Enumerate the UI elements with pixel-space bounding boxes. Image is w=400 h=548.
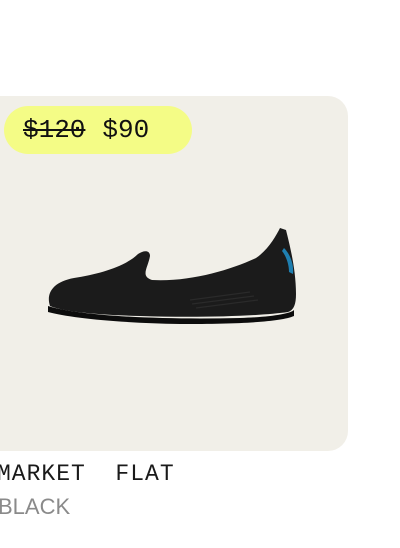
product-card[interactable]: $120 $90 MARKET FLAT BLACK [0,0,400,548]
shoe-image[interactable] [40,220,302,330]
shoe-upper [48,228,297,317]
product-name[interactable]: MARKET FLAT [0,461,175,487]
original-price: $120 [23,115,86,145]
sale-price: $90 [102,115,150,145]
product-color: BLACK [0,494,71,519]
price-badge: $120 $90 [4,106,192,154]
